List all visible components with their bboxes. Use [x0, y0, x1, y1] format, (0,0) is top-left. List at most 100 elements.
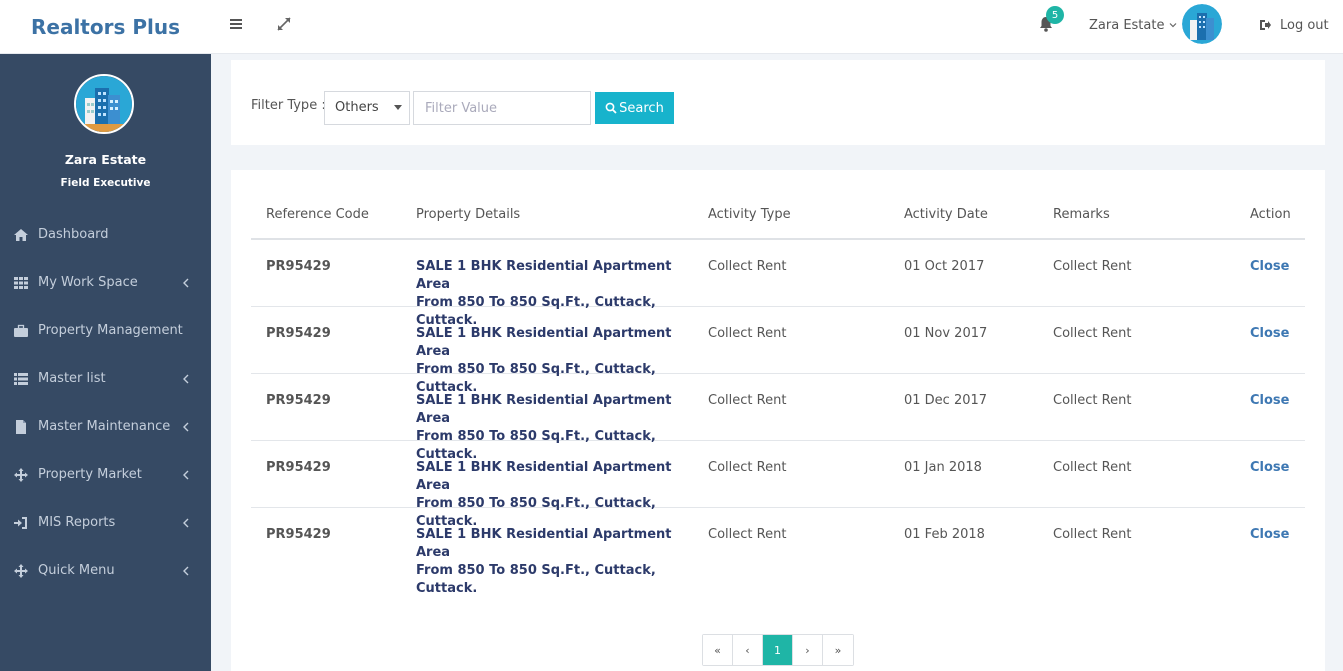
sidebar-item-label: Master list	[38, 371, 106, 386]
filter-type-label: Filter Type :	[251, 98, 326, 113]
pagination-first-button[interactable]: «	[703, 635, 733, 665]
sidebar-item-label: MIS Reports	[38, 515, 116, 530]
chevron-left-icon	[183, 278, 189, 288]
search-button[interactable]: Search	[595, 92, 674, 124]
sidebar-item-my-work-space[interactable]: My Work Space	[0, 263, 211, 303]
chevron-left-icon	[183, 374, 189, 384]
activities-table-panel: Reference Code Property Details Activity…	[231, 170, 1325, 671]
chevron-down-icon	[1170, 23, 1177, 28]
grid-icon	[14, 277, 28, 289]
cell-property-details: SALE 1 BHK Residential Apartment Area Fr…	[416, 526, 686, 598]
sidebar-user-role: Field Executive	[60, 177, 151, 189]
property-details-line: SALE 1 BHK Residential Apartment Area	[416, 527, 672, 560]
sidebar-user-name: Zara Estate	[64, 152, 147, 167]
table-row: PR95429 SALE 1 BHK Residential Apartment…	[251, 441, 1305, 529]
sidebar-item-property-market[interactable]: Property Market	[0, 455, 211, 495]
cell-remarks: Collect Rent	[1053, 326, 1132, 341]
brand-logo[interactable]: Realtors Plus	[0, 0, 211, 54]
caret-down-icon	[394, 105, 402, 110]
cell-activity-date: 01 Nov 2017	[904, 326, 988, 341]
notifications-count-badge: 5	[1046, 6, 1064, 24]
cell-reference-code: PR95429	[266, 460, 331, 475]
list-icon	[14, 373, 28, 385]
cell-remarks: Collect Rent	[1053, 527, 1132, 542]
property-details-line: SALE 1 BHK Residential Apartment Area	[416, 326, 672, 359]
column-header-reference-code: Reference Code	[266, 207, 369, 222]
cell-reference-code: PR95429	[266, 259, 331, 274]
column-header-activity-type: Activity Type	[708, 207, 791, 222]
cell-remarks: Collect Rent	[1053, 393, 1132, 408]
filter-type-selected: Others	[335, 100, 379, 115]
sidebar-item-property-management[interactable]: Property Management	[0, 311, 211, 351]
cell-remarks: Collect Rent	[1053, 460, 1132, 475]
hamburger-menu-icon[interactable]	[226, 14, 246, 34]
sidebar-item-label: Dashboard	[38, 227, 109, 242]
property-details-line: From 850 To 850 Sq.Ft., Cuttack, Cuttack…	[416, 563, 656, 596]
sidebar-item-label: Property Market	[38, 467, 142, 482]
move-icon	[14, 468, 28, 482]
logout-button[interactable]: Log out	[1258, 15, 1329, 35]
chevron-left-icon	[183, 518, 189, 528]
sidebar: Zara Estate Field Executive Dashboard My…	[0, 54, 211, 671]
column-header-property-details: Property Details	[416, 207, 521, 222]
column-header-activity-date: Activity Date	[904, 207, 988, 222]
fullscreen-expand-icon[interactable]	[274, 14, 294, 34]
briefcase-icon	[14, 324, 28, 337]
cell-activity-type: Collect Rent	[708, 527, 787, 542]
user-dropdown[interactable]: Zara Estate	[1089, 15, 1178, 35]
table-row: PR95429 SALE 1 BHK Residential Apartment…	[251, 508, 1305, 596]
pagination-next-button[interactable]: ›	[793, 635, 823, 665]
cell-activity-date: 01 Oct 2017	[904, 259, 985, 274]
pagination-last-button[interactable]: »	[823, 635, 853, 665]
search-button-label: Search	[619, 100, 664, 116]
sidebar-item-dashboard[interactable]: Dashboard	[0, 215, 211, 255]
sidebar-item-label: Master Maintenance	[38, 419, 171, 434]
sidebar-item-label: My Work Space	[38, 275, 138, 290]
table-row: PR95429 SALE 1 BHK Residential Apartment…	[251, 374, 1305, 462]
logout-label: Log out	[1280, 17, 1329, 33]
table-row: PR95429 SALE 1 BHK Residential Apartment…	[251, 307, 1305, 395]
pagination-prev-button[interactable]: ‹	[733, 635, 763, 665]
sidebar-item-quick-menu[interactable]: Quick Menu	[0, 551, 211, 591]
close-action-link[interactable]: Close	[1250, 325, 1289, 343]
pagination: « ‹ 1 › »	[702, 634, 854, 666]
cell-activity-date: 01 Feb 2018	[904, 527, 985, 542]
cell-activity-type: Collect Rent	[708, 393, 787, 408]
close-action-link[interactable]: Close	[1250, 392, 1289, 410]
logout-icon	[1260, 20, 1271, 30]
cell-activity-type: Collect Rent	[708, 259, 787, 274]
sidebar-item-master-list[interactable]: Master list	[0, 359, 211, 399]
top-bar: Realtors Plus 5 Zara Estate Log out	[0, 0, 1343, 54]
pagination-page-button[interactable]: 1	[763, 635, 793, 665]
column-header-action: Action	[1250, 207, 1291, 222]
cell-reference-code: PR95429	[266, 326, 331, 341]
cell-activity-type: Collect Rent	[708, 460, 787, 475]
search-icon	[605, 102, 617, 114]
cell-reference-code: PR95429	[266, 393, 331, 408]
property-details-line: SALE 1 BHK Residential Apartment Area	[416, 393, 672, 426]
sidebar-item-master-maintenance[interactable]: Master Maintenance	[0, 407, 211, 447]
close-action-link[interactable]: Close	[1250, 526, 1289, 544]
user-avatar[interactable]	[1182, 4, 1222, 44]
cell-activity-date: 01 Jan 2018	[904, 460, 982, 475]
file-icon	[16, 420, 26, 434]
table-row: PR95429 SALE 1 BHK Residential Apartment…	[251, 240, 1305, 328]
chevron-left-icon	[183, 470, 189, 480]
move-icon	[14, 564, 28, 578]
close-action-link[interactable]: Close	[1250, 459, 1289, 477]
sidebar-item-label: Quick Menu	[38, 563, 115, 578]
filter-value-input[interactable]	[413, 91, 591, 125]
sidebar-item-label: Property Management	[38, 323, 183, 338]
cell-activity-date: 01 Dec 2017	[904, 393, 988, 408]
close-action-link[interactable]: Close	[1250, 258, 1289, 276]
property-details-line: SALE 1 BHK Residential Apartment Area	[416, 460, 672, 493]
filter-type-select[interactable]: Others	[324, 91, 410, 125]
sign-in-icon	[14, 517, 27, 529]
user-name: Zara Estate	[1089, 17, 1165, 33]
sidebar-item-mis-reports[interactable]: MIS Reports	[0, 503, 211, 543]
cell-activity-type: Collect Rent	[708, 326, 787, 341]
filter-panel: Filter Type : Others Search	[231, 60, 1325, 145]
chevron-left-icon	[183, 422, 189, 432]
column-header-remarks: Remarks	[1053, 207, 1110, 222]
sidebar-user-avatar[interactable]	[74, 74, 134, 134]
